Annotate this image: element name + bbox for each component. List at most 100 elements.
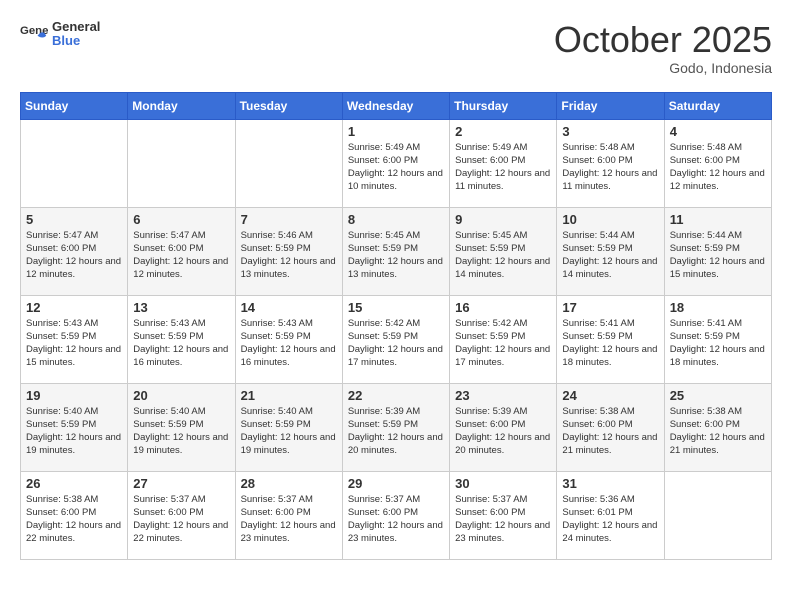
calendar-cell: 15Sunrise: 5:42 AMSunset: 5:59 PMDayligh… <box>342 295 449 383</box>
calendar-cell <box>664 471 771 559</box>
day-number: 18 <box>670 300 766 315</box>
day-number: 17 <box>562 300 658 315</box>
calendar-cell: 21Sunrise: 5:40 AMSunset: 5:59 PMDayligh… <box>235 383 342 471</box>
week-row-4: 19 Sunrise: 5:40 AMSunset: 5:59 PMDayligh… <box>21 383 772 471</box>
day-info: Sunrise: 5:44 AMSunset: 5:59 PMDaylight:… <box>562 229 658 282</box>
calendar-cell: 12 Sunrise: 5:43 AMSunset: 5:59 PMDayligh… <box>21 295 128 383</box>
day-info: Sunrise: 5:45 AMSunset: 5:59 PMDaylight:… <box>348 229 444 282</box>
calendar-cell: 11Sunrise: 5:44 AMSunset: 5:59 PMDayligh… <box>664 207 771 295</box>
day-info: Sunrise: 5:44 AMSunset: 5:59 PMDaylight:… <box>670 229 766 282</box>
logo: General General Blue <box>20 20 100 49</box>
month-title: October 2025 <box>554 20 772 60</box>
day-number: 20 <box>133 388 229 403</box>
title-block: October 2025 Godo, Indonesia <box>554 20 772 76</box>
day-info: Sunrise: 5:47 AMSunset: 6:00 PMDaylight:… <box>26 229 122 282</box>
day-info: Sunrise: 5:43 AMSunset: 5:59 PMDaylight:… <box>241 317 337 370</box>
calendar-table: SundayMondayTuesdayWednesdayThursdayFrid… <box>20 92 772 560</box>
logo-general-text: General <box>52 19 100 34</box>
calendar-cell: 26Sunrise: 5:38 AMSunset: 6:00 PMDayligh… <box>21 471 128 559</box>
day-info: Sunrise: 5:42 AMSunset: 5:59 PMDaylight:… <box>348 317 444 370</box>
day-info: Sunrise: 5:48 AMSunset: 6:00 PMDaylight:… <box>562 141 658 194</box>
day-number: 27 <box>133 476 229 491</box>
logo-blue-text: Blue <box>52 33 80 48</box>
day-info: Sunrise: 5:40 AMSunset: 5:59 PMDaylight:… <box>26 405 122 458</box>
calendar-cell: 18 Sunrise: 5:41 AMSunset: 5:59 PMDayligh… <box>664 295 771 383</box>
day-number: 31 <box>562 476 658 491</box>
week-row-5: 26Sunrise: 5:38 AMSunset: 6:00 PMDayligh… <box>21 471 772 559</box>
calendar-cell: 28Sunrise: 5:37 AMSunset: 6:00 PMDayligh… <box>235 471 342 559</box>
day-number: 23 <box>455 388 551 403</box>
day-info: Sunrise: 5:43 AMSunset: 5:59 PMDaylight:… <box>26 317 122 370</box>
location-subtitle: Godo, Indonesia <box>554 60 772 76</box>
week-row-2: 5 Sunrise: 5:47 AMSunset: 6:00 PMDaylight… <box>21 207 772 295</box>
day-number: 3 <box>562 124 658 139</box>
calendar-cell: 27 Sunrise: 5:37 AMSunset: 6:00 PMDayligh… <box>128 471 235 559</box>
day-number: 28 <box>241 476 337 491</box>
day-number: 19 <box>26 388 122 403</box>
page-header: General General Blue October 2025 Godo, … <box>20 20 772 76</box>
calendar-cell: 3 Sunrise: 5:48 AMSunset: 6:00 PMDaylight… <box>557 119 664 207</box>
weekday-header-saturday: Saturday <box>664 92 771 119</box>
day-number: 30 <box>455 476 551 491</box>
calendar-cell: 17Sunrise: 5:41 AMSunset: 5:59 PMDayligh… <box>557 295 664 383</box>
calendar-cell <box>235 119 342 207</box>
day-info: Sunrise: 5:36 AMSunset: 6:01 PMDaylight:… <box>562 493 658 546</box>
calendar-cell: 6Sunrise: 5:47 AMSunset: 6:00 PMDaylight… <box>128 207 235 295</box>
day-info: Sunrise: 5:39 AMSunset: 5:59 PMDaylight:… <box>348 405 444 458</box>
calendar-cell: 7Sunrise: 5:46 AMSunset: 5:59 PMDaylight… <box>235 207 342 295</box>
day-number: 2 <box>455 124 551 139</box>
day-info: Sunrise: 5:38 AMSunset: 6:00 PMDaylight:… <box>670 405 766 458</box>
day-number: 10 <box>562 212 658 227</box>
day-info: Sunrise: 5:45 AMSunset: 5:59 PMDaylight:… <box>455 229 551 282</box>
calendar-cell: 9 Sunrise: 5:45 AMSunset: 5:59 PMDaylight… <box>450 207 557 295</box>
day-info: Sunrise: 5:49 AMSunset: 6:00 PMDaylight:… <box>455 141 551 194</box>
calendar-cell: 5 Sunrise: 5:47 AMSunset: 6:00 PMDaylight… <box>21 207 128 295</box>
weekday-header-tuesday: Tuesday <box>235 92 342 119</box>
calendar-cell: 4 Sunrise: 5:48 AMSunset: 6:00 PMDaylight… <box>664 119 771 207</box>
week-row-3: 12 Sunrise: 5:43 AMSunset: 5:59 PMDayligh… <box>21 295 772 383</box>
calendar-cell: 14 Sunrise: 5:43 AMSunset: 5:59 PMDayligh… <box>235 295 342 383</box>
calendar-cell: 8 Sunrise: 5:45 AMSunset: 5:59 PMDaylight… <box>342 207 449 295</box>
calendar-cell: 16Sunrise: 5:42 AMSunset: 5:59 PMDayligh… <box>450 295 557 383</box>
calendar-cell: 25 Sunrise: 5:38 AMSunset: 6:00 PMDayligh… <box>664 383 771 471</box>
day-number: 12 <box>26 300 122 315</box>
day-number: 25 <box>670 388 766 403</box>
calendar-cell: 13 Sunrise: 5:43 AMSunset: 5:59 PMDayligh… <box>128 295 235 383</box>
calendar-cell: 30 Sunrise: 5:37 AMSunset: 6:00 PMDayligh… <box>450 471 557 559</box>
day-info: Sunrise: 5:48 AMSunset: 6:00 PMDaylight:… <box>670 141 766 194</box>
calendar-cell: 24Sunrise: 5:38 AMSunset: 6:00 PMDayligh… <box>557 383 664 471</box>
calendar-cell: 1 Sunrise: 5:49 AMSunset: 6:00 PMDaylight… <box>342 119 449 207</box>
day-info: Sunrise: 5:43 AMSunset: 5:59 PMDaylight:… <box>133 317 229 370</box>
day-info: Sunrise: 5:40 AMSunset: 5:59 PMDaylight:… <box>241 405 337 458</box>
calendar-cell: 29Sunrise: 5:37 AMSunset: 6:00 PMDayligh… <box>342 471 449 559</box>
day-number: 9 <box>455 212 551 227</box>
week-row-1: 1 Sunrise: 5:49 AMSunset: 6:00 PMDaylight… <box>21 119 772 207</box>
day-number: 14 <box>241 300 337 315</box>
calendar-cell: 23 Sunrise: 5:39 AMSunset: 6:00 PMDayligh… <box>450 383 557 471</box>
day-info: Sunrise: 5:41 AMSunset: 5:59 PMDaylight:… <box>670 317 766 370</box>
calendar-cell: 22Sunrise: 5:39 AMSunset: 5:59 PMDayligh… <box>342 383 449 471</box>
calendar-cell: 20 Sunrise: 5:40 AMSunset: 5:59 PMDayligh… <box>128 383 235 471</box>
day-info: Sunrise: 5:37 AMSunset: 6:00 PMDaylight:… <box>455 493 551 546</box>
weekday-header-monday: Monday <box>128 92 235 119</box>
weekday-header-friday: Friday <box>557 92 664 119</box>
calendar-cell: 2 Sunrise: 5:49 AMSunset: 6:00 PMDaylight… <box>450 119 557 207</box>
day-number: 13 <box>133 300 229 315</box>
day-info: Sunrise: 5:39 AMSunset: 6:00 PMDaylight:… <box>455 405 551 458</box>
day-info: Sunrise: 5:42 AMSunset: 5:59 PMDaylight:… <box>455 317 551 370</box>
day-number: 8 <box>348 212 444 227</box>
day-number: 5 <box>26 212 122 227</box>
weekday-header-sunday: Sunday <box>21 92 128 119</box>
weekday-header-wednesday: Wednesday <box>342 92 449 119</box>
day-number: 4 <box>670 124 766 139</box>
day-number: 1 <box>348 124 444 139</box>
calendar-cell <box>128 119 235 207</box>
day-info: Sunrise: 5:37 AMSunset: 6:00 PMDaylight:… <box>348 493 444 546</box>
day-info: Sunrise: 5:37 AMSunset: 6:00 PMDaylight:… <box>133 493 229 546</box>
day-number: 6 <box>133 212 229 227</box>
day-info: Sunrise: 5:46 AMSunset: 5:59 PMDaylight:… <box>241 229 337 282</box>
day-info: Sunrise: 5:49 AMSunset: 6:00 PMDaylight:… <box>348 141 444 194</box>
day-info: Sunrise: 5:40 AMSunset: 5:59 PMDaylight:… <box>133 405 229 458</box>
calendar-cell <box>21 119 128 207</box>
logo-icon: General <box>20 20 48 48</box>
